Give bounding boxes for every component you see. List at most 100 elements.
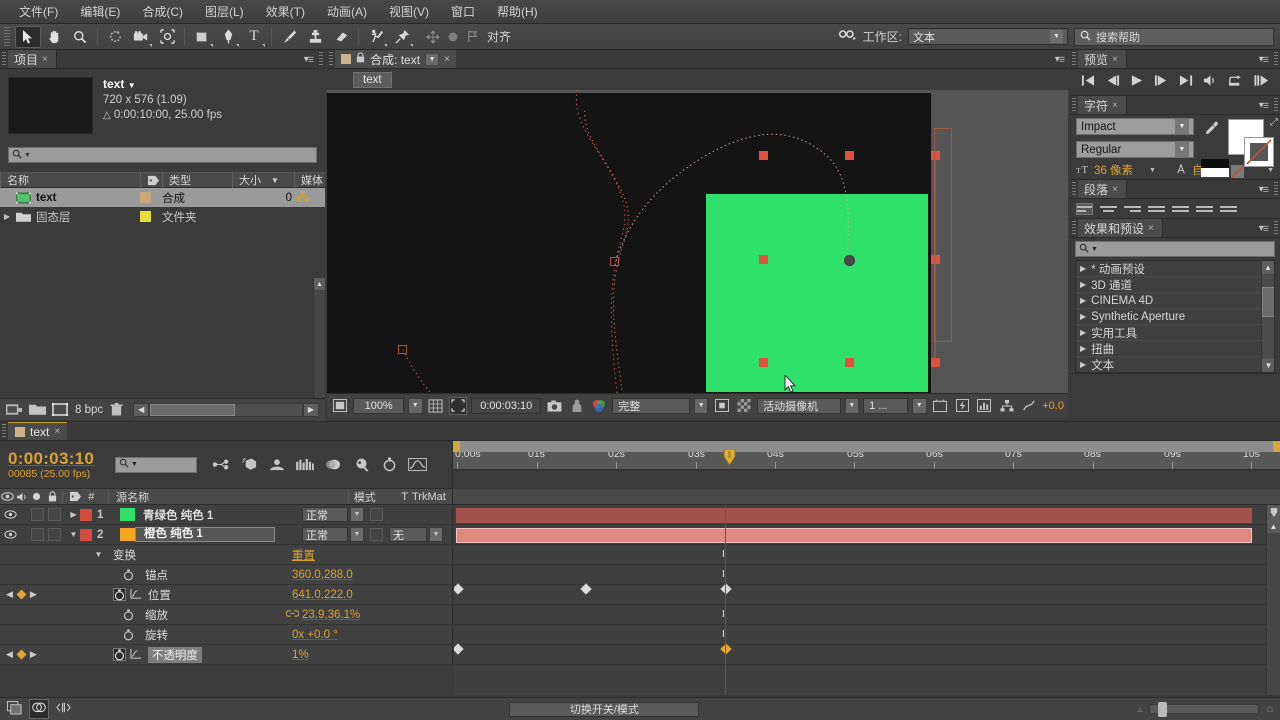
chevron-down-icon[interactable]: ▼ [911,397,927,414]
clone-stamp-tool-icon[interactable] [302,26,328,48]
property-row-rotation[interactable]: 旋转 0x +0.0 ° [0,625,452,645]
layer-label-swatch[interactable] [80,528,92,541]
justify-all-icon[interactable] [1220,203,1237,215]
menu-item-layer[interactable]: 图层(L) [194,1,255,22]
twirl-right-icon[interactable]: ▶ [4,212,16,221]
chevron-down-icon[interactable]: ▼ [844,397,860,414]
layer-lock-toggle[interactable] [48,528,61,541]
menu-item-window[interactable]: 窗口 [440,1,486,22]
timeline-zoom-slider[interactable] [1149,702,1260,717]
layer-name[interactable]: 青绿色 纯色 1 [143,507,213,523]
keyframe-opacity[interactable] [720,643,732,655]
project-hscrollbar[interactable]: ◀ ▶ [133,402,319,417]
align-dot-icon[interactable] [445,29,460,44]
twirl-down-icon[interactable]: ▼ [67,530,80,539]
composition-mini-flowchart-icon[interactable] [207,454,235,476]
fast-preview-icon[interactable] [953,397,971,415]
workspace-switch-icon[interactable] [838,28,857,45]
puppet-pin-tool-icon[interactable] [389,26,415,48]
tab-preview[interactable]: 预览 × [1078,50,1127,68]
close-icon[interactable]: × [1112,100,1118,111]
frame-blending-icon[interactable] [291,454,319,476]
scale-link-icon[interactable] [285,609,300,621]
keyframe-navigator[interactable]: ◀ ▶ [6,589,37,600]
no-fill-icon[interactable] [1231,165,1244,178]
next-keyframe-icon[interactable]: ▶ [30,649,37,660]
effects-search-input[interactable]: ▼ [1075,241,1275,257]
align-center-icon[interactable] [1100,203,1117,215]
lock-icon[interactable] [356,52,365,66]
bw-color-swatch[interactable] [1201,159,1229,177]
effects-vscrollbar[interactable]: ▲ ▼ [1261,261,1274,372]
keyframe-toggle-icon[interactable] [16,589,27,600]
twirl-right-icon[interactable]: ▶ [67,510,80,519]
twirl-right-icon[interactable]: ▶ [1080,344,1086,353]
effects-list-item[interactable]: ▶ 文本 [1076,357,1274,372]
effects-list-item[interactable]: ▶ 3D 通道 [1076,277,1274,293]
ram-preview-icon[interactable] [1254,74,1269,90]
workspace-select[interactable]: 文本 ▼ [908,28,1068,45]
snapshot-icon[interactable] [545,397,563,415]
close-icon[interactable]: × [444,54,450,65]
expand-collapse-icon[interactable] [56,701,71,717]
layer-visibility-icon[interactable] [4,528,17,541]
menu-item-composition[interactable]: 合成(C) [131,1,194,22]
layer-mode-select[interactable]: 正常 [302,527,348,542]
chevron-down-icon[interactable]: ▼ [350,507,364,522]
menu-item-effect[interactable]: 效果(T) [255,1,316,22]
previous-keyframe-icon[interactable]: ◀ [6,589,13,600]
graph-editor-icon[interactable] [403,454,431,476]
tab-character[interactable]: 字符 × [1078,96,1127,114]
timeline-icon[interactable] [975,397,993,415]
shape-tool-icon[interactable] [189,26,215,48]
timeline-search-input[interactable]: ▼ [115,456,197,473]
twirl-right-icon[interactable]: ▶ [1080,360,1086,369]
frame-blend-button[interactable] [29,699,49,719]
project-row-solids[interactable]: ▶ 固态层 文件夹 [0,207,325,226]
new-solid-icon[interactable] [52,402,68,417]
handle-top-mid[interactable] [845,151,854,160]
property-value[interactable]: 23.9,36.1% [302,609,360,621]
comp-flowchart-view-icon[interactable] [998,397,1016,415]
comp-flowchart-icon[interactable] [331,397,349,415]
zoom-level-select[interactable]: 100% [353,397,404,414]
chevron-down-icon[interactable]: ▼ [350,527,364,542]
panel-menu-icon[interactable]: ▾☰ [1259,54,1269,65]
next-keyframe-icon[interactable]: ▶ [30,589,37,600]
keyframe-toggle-icon[interactable] [16,649,27,660]
audio-icon[interactable] [1203,74,1218,90]
property-value[interactable]: 0x +0.0 ° [292,629,338,641]
transform-group-row[interactable]: ▼ 变换 重置 [0,545,452,565]
layer-bar-end-icon[interactable] [1267,505,1280,519]
exposure-value[interactable]: +0.0 [1042,400,1064,412]
effects-list-item[interactable]: ▶ 扭曲 [1076,341,1274,357]
draft-3d-icon[interactable] [235,454,263,476]
hand-tool-icon[interactable] [41,26,67,48]
pixel-aspect-icon[interactable] [931,397,949,415]
layer-solo-toggle[interactable] [31,508,44,521]
scroll-up-icon[interactable]: ▲ [1262,261,1274,274]
tab-paragraph[interactable]: 段落 × [1078,180,1127,198]
zoom-in-timeline-icon[interactable]: ⌂ [1266,703,1273,715]
align-right-icon[interactable] [1124,203,1141,215]
hide-shy-layers-icon[interactable] [263,454,291,476]
chevron-down-icon[interactable]: ▼ [425,52,440,66]
close-icon[interactable]: × [54,426,60,437]
previous-keyframe-icon[interactable]: ◀ [6,649,13,660]
work-area-bar[interactable] [453,441,1280,452]
timeline-vscrollbar[interactable]: ▲ [1266,505,1280,695]
tab-project[interactable]: 项目 × [8,50,57,68]
show-snapshot-icon[interactable] [568,397,586,415]
path-vertex-1[interactable] [610,257,619,266]
play-icon[interactable] [1130,74,1144,90]
keyframe-opacity[interactable] [454,643,464,655]
panel-menu-icon[interactable]: ▾☰ [1055,54,1065,65]
justify-last-left-icon[interactable] [1148,203,1165,215]
property-row-opacity[interactable]: ◀ ▶ 不透明度 1% [0,645,452,665]
handle-mid-left[interactable] [759,255,768,264]
twirl-right-icon[interactable]: ▶ [1080,328,1086,337]
zoom-out-timeline-icon[interactable]: ▵ [1138,704,1143,715]
property-row-anchor-point[interactable]: 锚点 360.0,288.0 [0,565,452,585]
chevron-down-icon[interactable]: ▼ [24,152,31,159]
rotation-tool-icon[interactable] [102,26,128,48]
